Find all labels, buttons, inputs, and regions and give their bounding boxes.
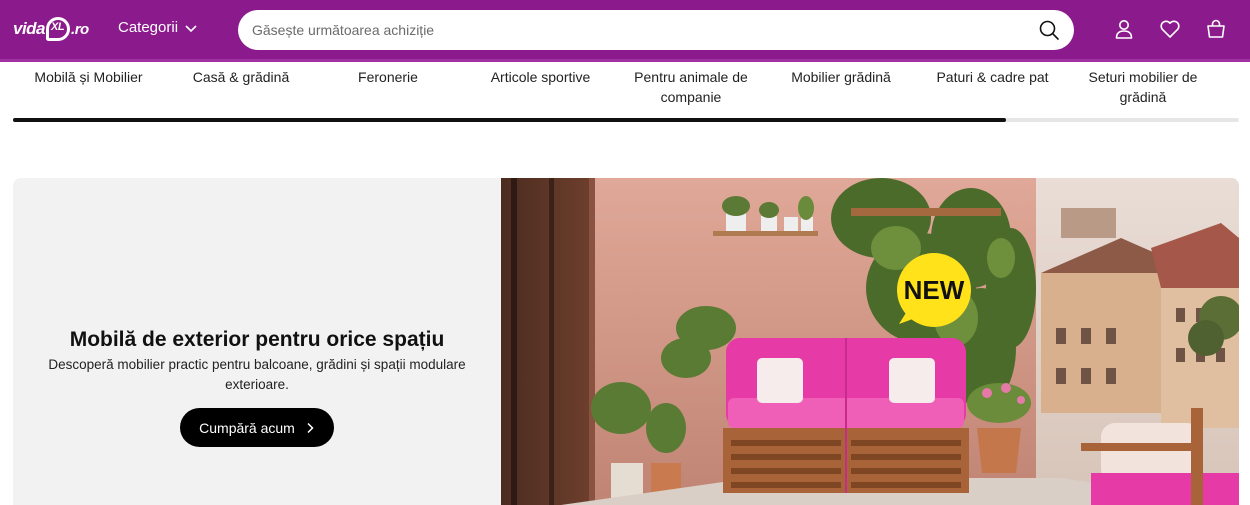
hero-text-panel: Mobilă de exterior pentru orice spațiu D…	[13, 178, 501, 505]
search-icon[interactable]	[1038, 19, 1060, 41]
nav-item-feronerie[interactable]: Feronerie	[343, 67, 433, 87]
nav-item-seturi-mobilier[interactable]: Seturi mobilier de grădină	[1085, 67, 1201, 107]
logo-text-vida: vida	[13, 19, 46, 38]
nav-scrollbar[interactable]	[13, 118, 1239, 122]
hero-title: Mobilă de exterior pentru orice spațiu	[69, 328, 445, 351]
new-badge: NEW	[897, 253, 971, 327]
nav-item-casa-gradina[interactable]: Casă & grădină	[181, 67, 301, 87]
chevron-right-icon	[307, 422, 314, 433]
search-input[interactable]	[252, 10, 1012, 50]
nav-item-paturi-cadre-pat[interactable]: Paturi & cadre pat	[930, 67, 1055, 87]
search-bar	[238, 10, 1074, 50]
cart-icon[interactable]	[1205, 18, 1227, 40]
account-icon[interactable]	[1113, 18, 1135, 40]
category-nav: Mobilă și Mobilier Casă & grădină Ferone…	[13, 62, 1239, 122]
svg-text:NEW: NEW	[904, 275, 965, 305]
chevron-down-icon	[185, 24, 197, 32]
hero-subtitle: Descoperă mobilier practic pentru balcoa…	[48, 357, 466, 392]
nav-item-articole-sportive[interactable]: Articole sportive	[483, 67, 598, 87]
nav-item-mobilier-gradina[interactable]: Mobilier grădină	[783, 67, 899, 87]
hero-balcony-image[interactable]: NEW	[501, 178, 1239, 505]
shop-now-button[interactable]: Cumpără acum	[180, 408, 334, 447]
categories-menu-button[interactable]: Categorii	[118, 19, 198, 36]
heart-icon[interactable]	[1159, 18, 1181, 40]
top-header: vida .ro Categorii	[0, 0, 1250, 62]
nav-item-pentru-animale[interactable]: Pentru animale de companie	[633, 67, 749, 107]
categories-label: Categorii	[118, 19, 179, 36]
vidaxl-logo[interactable]: vida .ro	[13, 14, 89, 44]
nav-item-mobila-si-mobilier[interactable]: Mobilă și Mobilier	[31, 67, 146, 87]
hero-banner: Mobilă de exterior pentru orice spațiu D…	[13, 178, 1239, 505]
logo-xl-mark	[46, 17, 71, 41]
shop-now-label: Cumpără acum	[199, 419, 295, 436]
nav-scrollbar-thumb[interactable]	[13, 118, 1007, 122]
logo-text-ro: .ro	[71, 20, 89, 38]
